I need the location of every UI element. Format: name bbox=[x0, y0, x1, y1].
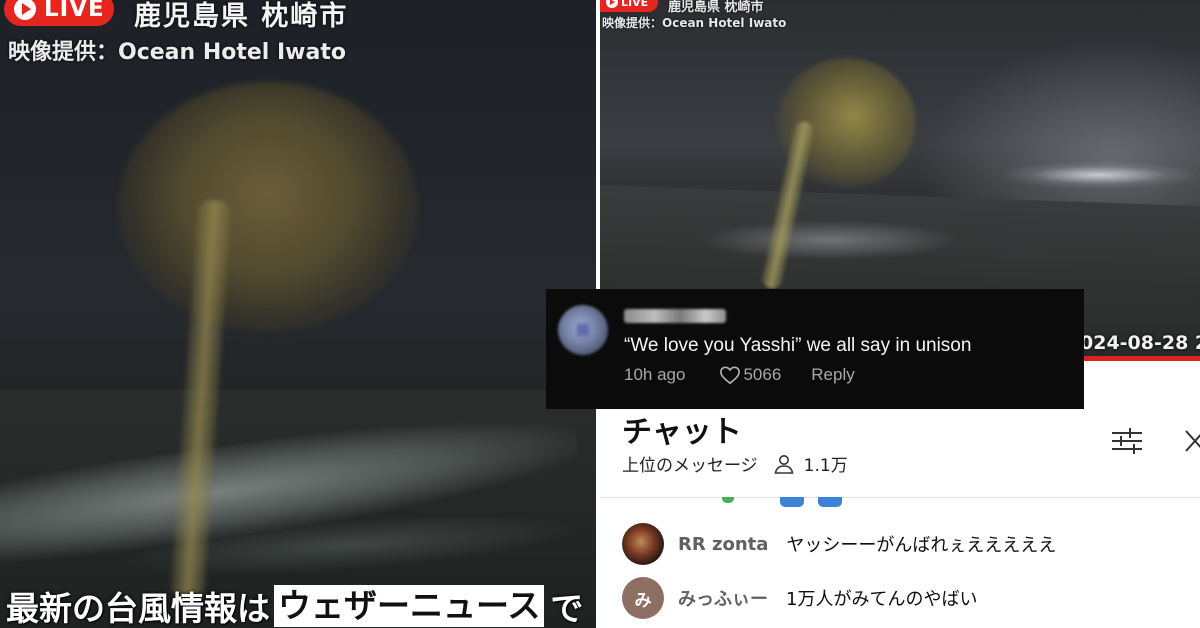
live-badge: LIVE bbox=[4, 0, 114, 26]
person-icon bbox=[774, 454, 794, 474]
chat-message: RR zonta ヤッシーーがんばれぇえええええ bbox=[622, 523, 1056, 565]
avatar[interactable]: み bbox=[622, 577, 664, 619]
reply-button[interactable]: Reply bbox=[811, 365, 854, 385]
chat-message: み みっふぃー 1万人がみてんのやばい bbox=[622, 577, 977, 619]
comment-time: 10h ago bbox=[624, 365, 686, 384]
ticker-tail: で bbox=[550, 589, 584, 628]
chat-author[interactable]: みっふぃー bbox=[678, 585, 768, 611]
live-label: LIVE bbox=[44, 0, 105, 22]
town-lights bbox=[1004, 162, 1194, 188]
avatar[interactable] bbox=[622, 523, 664, 565]
heart-icon[interactable] bbox=[719, 365, 741, 385]
ticker-lead: 最新の台風情報は bbox=[6, 589, 270, 628]
chat-author[interactable]: RR zonta bbox=[678, 534, 768, 555]
chat-text: ヤッシーーがんばれぇえええええ bbox=[786, 535, 1057, 556]
play-icon bbox=[14, 0, 36, 20]
like-count: 5066 bbox=[743, 365, 782, 384]
location-caption: 鹿児島県 枕崎市 bbox=[134, 1, 349, 32]
play-icon bbox=[606, 0, 618, 8]
chat-divider bbox=[600, 497, 1200, 498]
video-credit: 映像提供：Ocean Hotel Iwato bbox=[8, 40, 346, 65]
emoji-icon bbox=[780, 497, 804, 507]
ticker-highlight: ウェザーニュース bbox=[274, 585, 545, 627]
emoji-icon bbox=[818, 497, 842, 507]
palm-tree-crown bbox=[118, 82, 418, 332]
live-badge: LIVE bbox=[600, 0, 658, 12]
surf-foam bbox=[700, 220, 960, 260]
comment-text: “We love you Yasshi” we all say in uniso… bbox=[624, 335, 972, 356]
chat-subheader: 上位のメッセージ 1.1万 bbox=[622, 451, 848, 476]
viewer-count: 1.1万 bbox=[803, 456, 848, 476]
news-ticker: 最新の台風情報は ウェザーニュース で bbox=[0, 584, 596, 628]
close-icon[interactable] bbox=[1184, 425, 1200, 457]
chat-mode-selector[interactable]: 上位のメッセージ bbox=[622, 451, 758, 476]
blurred-username[interactable] bbox=[624, 309, 726, 323]
blurred-avatar[interactable] bbox=[558, 305, 608, 355]
stream-timestamp: 024-08-28 23: bbox=[1080, 332, 1200, 354]
comment-meta: 10h ago 5066 Reply bbox=[624, 365, 855, 385]
live-label: LIVE bbox=[621, 0, 649, 9]
chat-title: チャット bbox=[622, 415, 742, 450]
comment-card: “We love you Yasshi” we all say in uniso… bbox=[546, 289, 1084, 409]
location-caption: 鹿児島県 枕崎市 bbox=[668, 0, 764, 15]
chat-text: 1万人がみてんのやばい bbox=[786, 589, 978, 610]
filter-icon[interactable] bbox=[1110, 425, 1144, 457]
left-stream-frame: LIVE 鹿児島県 枕崎市 映像提供：Ocean Hotel Iwato 最新の… bbox=[0, 0, 596, 628]
video-credit: 映像提供：Ocean Hotel Iwato bbox=[602, 16, 787, 30]
leaf-icon bbox=[722, 497, 734, 503]
